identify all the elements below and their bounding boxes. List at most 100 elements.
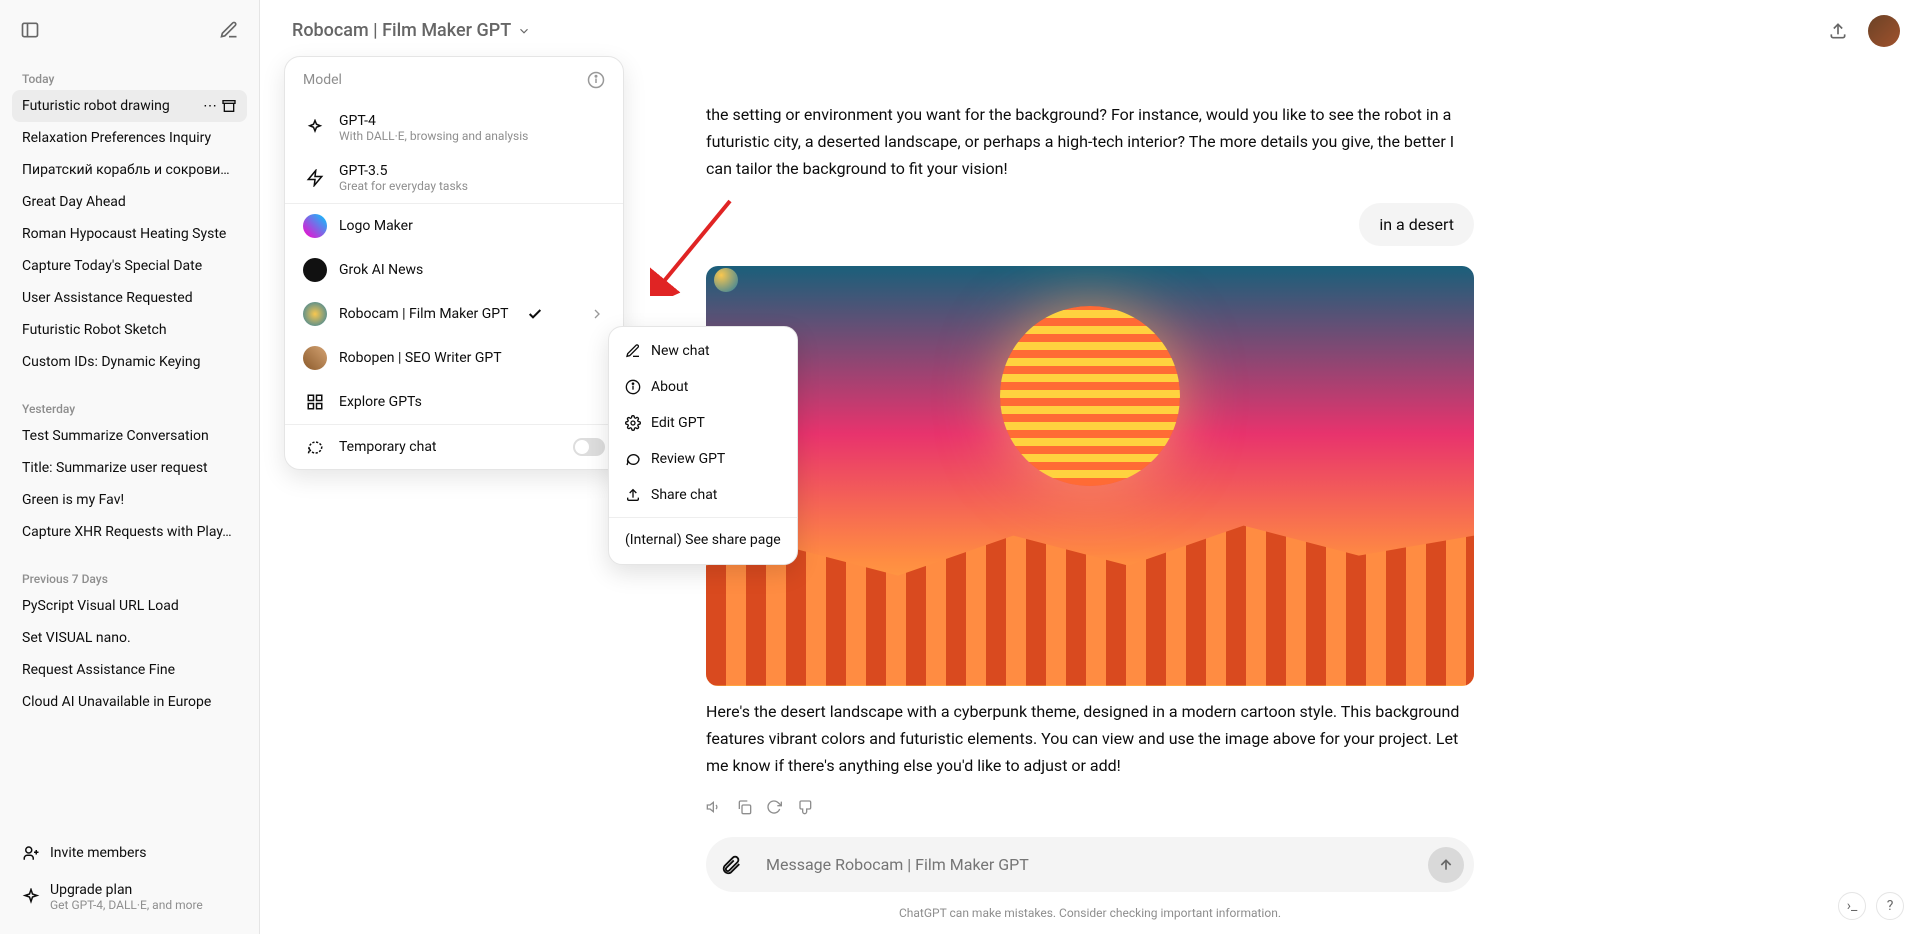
footer-disclaimer: ChatGPT can make mistakes. Consider chec… (260, 900, 1920, 934)
conversation-item[interactable]: Capture XHR Requests with Play… (12, 516, 247, 548)
input-box (706, 837, 1474, 892)
model-option-gpt4[interactable]: GPT-4 With DALL·E, browsing and analysis (285, 103, 623, 153)
conversation-item[interactable]: Relaxation Preferences Inquiry (12, 122, 247, 154)
gpt-avatar-icon (303, 258, 327, 282)
copy-button[interactable] (736, 799, 752, 815)
model-option-gpt35[interactable]: GPT-3.5 Great for everyday tasks (285, 153, 623, 203)
conversation-item[interactable]: Capture Today's Special Date (12, 250, 247, 282)
conversation-item[interactable]: Test Summarize Conversation (12, 420, 247, 452)
submenu-new-chat[interactable]: New chat (609, 333, 797, 369)
user-message: in a desert (1359, 203, 1474, 246)
conversation-item[interactable]: Great Day Ahead (12, 186, 247, 218)
section-yesterday: Yesterday Test Summarize Conversation Ti… (12, 394, 247, 548)
upgrade-plan-link[interactable]: Upgrade plan Get GPT-4, DALL·E, and more (12, 872, 247, 922)
section-label-today: Today (12, 64, 247, 90)
conversation-item[interactable]: Set VISUAL nano. (12, 622, 247, 654)
attach-button[interactable] (720, 847, 756, 883)
share-button[interactable] (1820, 13, 1856, 49)
message-input[interactable] (756, 845, 1428, 884)
upload-icon (625, 487, 641, 503)
conversation-item[interactable]: Cloud AI Unavailable in Europe (12, 686, 247, 718)
sidebar: Today Futuristic robot drawing ⋯ Relaxat… (0, 0, 260, 934)
invite-members-link[interactable]: Invite members (12, 834, 247, 872)
submenu-review-gpt[interactable]: Review GPT (609, 441, 797, 477)
archive-icon[interactable] (221, 98, 237, 114)
speaker-icon (706, 799, 722, 815)
arrow-up-icon (1438, 857, 1454, 873)
submenu-share-chat[interactable]: Share chat (609, 477, 797, 513)
conversation-item[interactable]: PyScript Visual URL Load (12, 590, 247, 622)
info-icon (625, 379, 641, 395)
gpt-submenu: New chat About Edit GPT Review GPT Share… (608, 326, 798, 565)
assistant-message: the setting or environment you want for … (706, 101, 1474, 183)
help-button[interactable]: ? (1876, 892, 1904, 920)
more-icon[interactable]: ⋯ (203, 98, 217, 114)
submenu-about[interactable]: About (609, 369, 797, 405)
assistant-caption: Here's the desert landscape with a cyber… (706, 698, 1474, 780)
explore-gpts-link[interactable]: Explore GPTs (285, 380, 623, 424)
gpt-option-logo-maker[interactable]: Logo Maker (285, 204, 623, 248)
section-label-yesterday: Yesterday (12, 394, 247, 420)
conversation-item[interactable]: Custom IDs: Dynamic Keying (12, 346, 247, 378)
thumbs-down-icon (796, 799, 812, 815)
section-label-previous: Previous 7 Days (12, 564, 247, 590)
conversation-item[interactable]: Title: Summarize user request (12, 452, 247, 484)
conversation-item[interactable]: Request Assistance Fine (12, 654, 247, 686)
edit-icon (219, 20, 239, 40)
model-dropdown: Model GPT-4 With DALL·E, browsing and an… (284, 56, 624, 470)
gear-icon (625, 415, 641, 431)
copy-icon (736, 799, 752, 815)
model-selector-button[interactable]: Robocam | Film Maker GPT (280, 12, 543, 49)
input-area (260, 825, 1920, 900)
chevron-down-icon (517, 24, 531, 38)
read-aloud-button[interactable] (706, 799, 722, 815)
edit-icon (625, 343, 641, 359)
conversation-item[interactable]: Roman Hypocaust Heating Syste (12, 218, 247, 250)
gpt-option-grok[interactable]: Grok AI News (285, 248, 623, 292)
generated-image[interactable] (706, 266, 1474, 686)
collapse-sidebar-button[interactable] (12, 12, 48, 48)
submenu-internal-share[interactable]: (Internal) See share page (609, 522, 797, 558)
sparkle-icon (22, 888, 40, 906)
section-previous: Previous 7 Days PyScript Visual URL Load… (12, 564, 247, 718)
header: Robocam | Film Maker GPT (260, 0, 1920, 61)
section-today: Today Futuristic robot drawing ⋯ Relaxat… (12, 64, 247, 378)
chevron-right-icon (589, 306, 605, 322)
chat-icon (625, 451, 641, 467)
toggle-switch[interactable] (573, 438, 605, 456)
user-plus-icon (22, 844, 40, 862)
new-chat-button[interactable] (211, 12, 247, 48)
conversation-item[interactable]: User Assistance Requested (12, 282, 247, 314)
gpt-option-robocam[interactable]: Robocam | Film Maker GPT (285, 292, 623, 336)
console-icon: ›_ (1847, 898, 1858, 914)
dropdown-label: Model (303, 72, 342, 88)
gpt-option-robopen[interactable]: Robopen | SEO Writer GPT (285, 336, 623, 380)
user-avatar[interactable] (1868, 15, 1900, 47)
question-icon: ? (1887, 898, 1894, 914)
conversation-item[interactable]: Futuristic Robot Sketch (12, 314, 247, 346)
bolt-icon (303, 166, 327, 190)
temporary-chat-toggle[interactable]: Temporary chat (285, 425, 623, 469)
upload-icon (1828, 21, 1848, 41)
send-button[interactable] (1428, 847, 1464, 883)
gpt-avatar-icon (303, 214, 327, 238)
user-message-row: in a desert (706, 203, 1474, 246)
collapse-icon (20, 20, 40, 40)
chat-dashed-icon (303, 435, 327, 459)
gpt-mini-avatar (714, 268, 738, 292)
gpt-avatar-icon (303, 302, 327, 326)
grid-icon (303, 390, 327, 414)
refresh-icon (766, 799, 782, 815)
check-icon (527, 306, 543, 322)
submenu-edit-gpt[interactable]: Edit GPT (609, 405, 797, 441)
dislike-button[interactable] (796, 799, 812, 815)
conversation-item[interactable]: Green is my Fav! (12, 484, 247, 516)
conversation-item[interactable]: Пиратский корабль и сокрови… (12, 154, 247, 186)
sparkle-icon (303, 116, 327, 140)
console-button[interactable]: ›_ (1838, 892, 1866, 920)
info-icon[interactable] (587, 71, 605, 89)
gpt-avatar-icon (303, 346, 327, 370)
conversation-item[interactable]: Futuristic robot drawing ⋯ (12, 90, 247, 122)
paperclip-icon (720, 854, 742, 876)
regenerate-button[interactable] (766, 799, 782, 815)
